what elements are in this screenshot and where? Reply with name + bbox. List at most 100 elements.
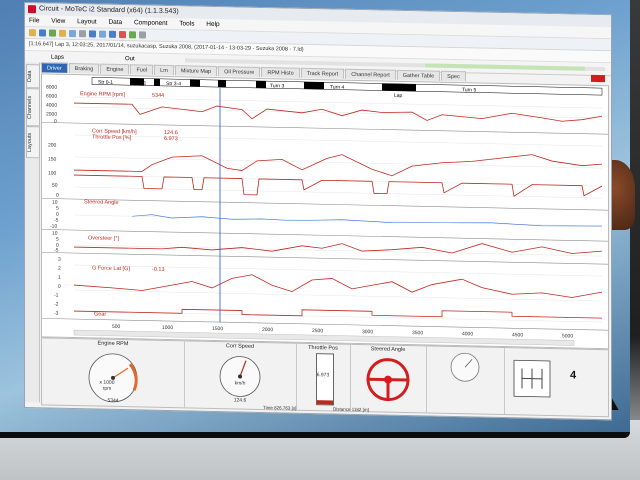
throttle-trace [74,174,603,197]
play-icon[interactable] [129,31,136,39]
x-tick: 2000 [262,327,273,333]
steering-wheel-icon [366,358,410,402]
menu-layout[interactable]: Layout [77,18,97,25]
glat-tick: 1 [58,275,61,281]
segment-label: Lap [394,93,403,99]
rpm-tick: 8000 [46,84,57,90]
segment-block [218,80,226,88]
glat-tick: 3 [58,257,61,263]
rpm-channel-label[interactable]: Engine RPM [rpm] [80,91,125,98]
gear-channel-label[interactable]: Gear [94,311,106,317]
steer-axis: 10 5 0 -5 -10 [50,200,59,230]
tab-channel-report[interactable]: Channel Report [345,68,396,80]
steer-gauge: Steered Angle [350,344,427,413]
segment-block [190,79,200,87]
gear-value: 4 [570,369,577,382]
segment-block [304,81,324,90]
forward-icon[interactable] [49,29,56,37]
record-icon[interactable] [119,30,126,39]
motec-logo [591,74,605,83]
steer-trace [131,214,603,227]
steer-tick: -10 [50,224,57,230]
glat-tick: -3 [54,311,59,317]
steer-channel-label[interactable]: Steered Angle [84,199,119,206]
segment-label: Turn 1 [132,80,146,86]
tab-gather-table[interactable]: Gather Table [396,69,441,81]
gear-trace [74,308,602,319]
tab-oil-pressure[interactable]: Oil Pressure [218,66,261,77]
segment-label: Turn 4 [330,84,344,90]
oversteer-axis: 10 5 0 -5 [52,231,59,254]
tab-fuel[interactable]: Fuel [130,64,154,75]
window-title: Circuit - MoTeC i2 Standard (x64) (1.1.3… [39,5,179,16]
cursor-icon[interactable] [79,30,86,38]
throttle-gauge-value: 6.973 [316,372,330,379]
glat-value: -0.13 [152,267,165,273]
throttle-gauge-title: Throttle Pos [308,344,338,352]
rpm-axis: 8000 6000 4000 2000 0 [46,84,57,124]
tab-mixture-map[interactable]: Mixture Map [174,65,218,77]
throttle-channel-label[interactable]: Throttle Pos [%] [92,134,132,141]
throttle-bar-fill [317,400,333,405]
tab-engine[interactable]: Engine [100,63,130,75]
throttle-tick: 50 [52,183,58,189]
tab-track-report[interactable]: Track Report [300,67,345,79]
menu-help[interactable]: Help [206,21,219,28]
folder-icon[interactable] [59,29,66,37]
throttle-tick: 0 [56,193,59,199]
throttle-bar [316,353,334,406]
side-tab-data[interactable]: Data [26,64,40,89]
time-distance-graph[interactable]: Str 0-1 Turn 1 Str 3-4 Turn 3 Turn 4 Lap… [41,73,609,350]
rpm-value: 5344 [152,93,164,99]
speed-gauge: Corr Speed km/h 124.6 [184,341,297,410]
x-tick: 5000 [562,333,573,339]
segment-block [154,78,160,86]
menu-component[interactable]: Component [134,19,168,27]
graph-canvas[interactable]: Str 0-1 Turn 1 Str 3-4 Turn 3 Turn 4 Lap… [42,74,608,348]
tab-rpm-histo[interactable]: RPM Histo [261,66,300,78]
rpm-tick: 2000 [46,111,57,117]
segment-label: Turn 3 [270,83,284,89]
x-tick: 2500 [312,328,323,334]
status-time: Time 826.763 [s] [263,405,297,411]
gear-indicator: 4 [504,348,608,416]
settings-icon[interactable] [139,31,146,39]
segment-label: Turn 5 [462,87,476,93]
tab-lm[interactable]: Lm [154,64,174,76]
throttle-tick: 100 [48,171,57,177]
open-icon[interactable] [29,29,36,37]
glat-tick: -2 [54,302,59,308]
motec-window: Circuit - MoTeC i2 Standard (x64) (1.1.3… [24,2,612,421]
x-tick: 4500 [512,332,523,338]
lap-selected-range[interactable] [425,63,585,71]
status-distance: Distance 1182 [m] [333,406,369,413]
x-tick: 500 [112,324,121,330]
speed-trace [74,154,603,177]
chart-icon[interactable] [109,30,116,38]
tab-driver[interactable]: Driver [41,62,68,73]
rpm-gauge: Engine RPM x 1000 rpm 5344 [42,338,185,408]
grid-icon[interactable] [99,30,106,38]
x-tick: 1000 [162,325,173,331]
menu-data[interactable]: Data [108,19,122,26]
zoom-icon[interactable] [69,29,76,38]
side-tab-layouts[interactable]: Layouts [26,126,40,159]
side-tab-channels[interactable]: Channels [26,88,40,127]
throttle-tick: 200 [48,143,57,149]
x-tick: 3000 [362,329,373,335]
oversteer-tick: -5 [54,248,59,254]
pane-separators [42,122,608,331]
oversteer-channel-label[interactable]: Oversteer [°] [88,235,119,242]
menu-tools[interactable]: Tools [179,20,194,27]
layout-icon[interactable] [89,30,96,38]
menu-file[interactable]: File [29,17,39,24]
throttle-value: 6.973 [164,136,178,142]
save-icon[interactable] [39,29,46,37]
tab-spec[interactable]: Spec [441,70,466,82]
rpm-tick: 0 [54,119,57,125]
glat-channel-label[interactable]: G Force Lat [G] [92,265,130,272]
tab-braking[interactable]: Braking [68,62,100,74]
menu-view[interactable]: View [51,18,65,25]
glat-tick: -1 [54,293,59,299]
throttle-gauge: Throttle Pos 6.973 [296,343,351,411]
